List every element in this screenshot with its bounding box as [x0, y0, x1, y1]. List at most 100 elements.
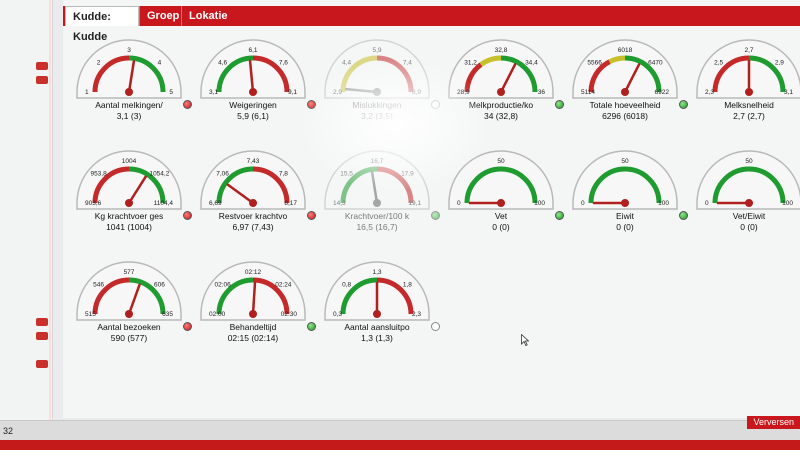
gauge-hub — [373, 199, 381, 207]
gauge-card[interactable]: 0 50 100 Vet/Eiwit 0 (0) — [695, 141, 800, 239]
gauge-tick-label: 100 — [658, 200, 669, 207]
status-dot-icon — [431, 322, 440, 331]
mouse-cursor-icon — [521, 334, 529, 346]
gauge-dial: 14,3 15,5 16,7 17,9 19,1 — [324, 150, 430, 210]
left-marker[interactable] — [36, 76, 48, 84]
gauge-tick-label: 6018 — [618, 47, 633, 54]
gauge-tick-label: 50 — [621, 158, 629, 165]
gauge-label: Weigeringen — [229, 100, 277, 110]
gauge-value: 2,7 (2,7) — [733, 111, 765, 121]
gauge-card[interactable]: 0,3 0,8 1,3 1,8 2,3 Aantal aansluitpo 1,3 (1,3… — [323, 252, 441, 350]
gauge-tick-label: 0,8 — [342, 282, 351, 289]
gauge-card[interactable]: 5114 5566 6018 6470 6922 Totale hoeveelheid 62… — [571, 30, 689, 128]
gauge-label: Aantal aansluitpo — [344, 322, 410, 332]
gauge-tick-label: 6922 — [655, 89, 670, 96]
gauge-tick-label: 6470 — [648, 60, 663, 67]
gauge-tick-label: 02:12 — [245, 269, 262, 276]
gauge-card[interactable]: 0 50 100 Vet 0 (0) — [447, 141, 565, 239]
gauge-label: Behandeltijd — [229, 322, 277, 332]
left-panel — [0, 0, 53, 425]
gauge-value: 1041 (1004) — [106, 222, 152, 232]
gauge-tick-label: 5114 — [581, 89, 595, 96]
status-dot-icon — [431, 100, 440, 109]
gauge-card[interactable]: 28,9 31,2 32,8 34,4 36 Melkproductie/ko 34 (32… — [447, 30, 565, 128]
gauge-label: Aantal bezoeken — [97, 322, 161, 332]
gauge-value: 0 (0) — [616, 222, 634, 232]
gauge-tick-label: 3 — [127, 47, 131, 54]
refresh-button[interactable]: Verversen — [747, 416, 800, 429]
gauge-dial: 1 2 3 4 5 — [76, 39, 182, 99]
gauge-tick-label: 8,17 — [284, 200, 297, 207]
gauge-card[interactable]: 2,3 2,5 2,7 2,9 3,1 Melksnelheid 2,7 (2,7) — [695, 30, 800, 128]
gauge-label: Mislukkingen — [352, 100, 402, 110]
gauge-value: 1,3 (1,3) — [361, 333, 393, 343]
gauge-tick-label: 1104,4 — [154, 200, 174, 207]
gauge-label: Vet/Eiwit — [732, 211, 766, 221]
gauge-card[interactable]: 903,6 953,8 1004 1054,2 1104,4 Kg krachtvoer … — [75, 141, 193, 239]
gauge-tick-label: 0 — [457, 200, 461, 207]
gauge-card[interactable]: 3,1 4,6 6,1 7,6 9,1 Weigeringen 5,9 (6,1) — [199, 30, 317, 128]
gauge-tick-label: 3,1 — [784, 89, 793, 96]
gauge-hub — [745, 88, 753, 96]
gauge-tick-label: 1,8 — [403, 282, 412, 289]
gauge-card[interactable]: 515 546 577 606 635 Aantal bezoeken 590 (577) — [75, 252, 193, 350]
gauge-tick-label: 100 — [782, 200, 793, 207]
gauge-value: 0 (0) — [492, 222, 510, 232]
gauge-card[interactable]: 6,69 7,06 7,43 7,8 8,17 Restvoer krachtvo 6,97… — [199, 141, 317, 239]
gauge-tick-label: 1054,2 — [149, 171, 169, 178]
gauge-tick-label: 2,5 — [714, 60, 723, 67]
gauge-card[interactable]: 0 50 100 Eiwit 0 (0) — [571, 141, 689, 239]
gauge-tick-label: 50 — [745, 158, 753, 165]
gauge-tick-label: 7,8 — [279, 171, 288, 178]
gauge-tick-label: 6,69 — [209, 200, 222, 207]
gauge-dial: 903,6 953,8 1004 1054,2 1104,4 — [76, 150, 182, 210]
gauge-tick-label: 4,4 — [342, 60, 351, 67]
gauge-label: Restvoer krachtvo — [218, 211, 288, 221]
gauge-tick-label: 34,4 — [525, 60, 538, 67]
gauge-hub — [125, 88, 133, 96]
gauge-label: Melksnelheid — [724, 100, 774, 110]
gauge-card[interactable]: 02:00 02:06 02:12 02:24 02:30 Behandeltijd 02:… — [199, 252, 317, 350]
tab-kudde[interactable]: Kudde: Kudde — [65, 6, 139, 43]
gauge-tick-label: 546 — [93, 282, 104, 289]
gauge-tick-label: 15,5 — [340, 171, 353, 178]
gauge-dial: 6,69 7,06 7,43 7,8 8,17 — [200, 150, 306, 210]
status-dot-icon — [307, 100, 316, 109]
gauge-tick-label: 32,8 — [495, 47, 508, 54]
gauge-tick-label: 31,2 — [464, 60, 477, 67]
gauge-tick-label: 1004 — [122, 158, 137, 165]
gauge-card[interactable]: 14,3 15,5 16,7 17,9 19,1 Krachtvoer/100 k 16,5… — [323, 141, 441, 239]
left-marker[interactable] — [36, 360, 48, 368]
gauge-hub — [125, 199, 133, 207]
gauge-label: Vet — [494, 211, 508, 221]
gauge-hub — [497, 199, 505, 207]
gauge-tick-label: 953,8 — [90, 171, 107, 178]
gauge-hub — [373, 88, 381, 96]
gauge-value: 6,97 (7,43) — [232, 222, 274, 232]
gauge-hub — [373, 310, 381, 318]
taskbar-strip — [0, 440, 800, 450]
left-marker[interactable] — [36, 332, 48, 340]
status-dot-icon — [307, 322, 316, 331]
gauge-tick-label: 16,7 — [371, 158, 384, 165]
gauge-card[interactable]: 1 2 3 4 5 Aantal melkingen/3,1 (3) — [75, 30, 193, 128]
gauge-tick-label: 635 — [162, 311, 173, 318]
gauge-tick-label: 3,1 — [209, 89, 218, 96]
tab-lokatie[interactable]: Lokatie — [181, 6, 229, 26]
gauge-dial: 0 50 100 — [448, 150, 554, 210]
left-marker[interactable] — [36, 318, 48, 326]
left-divider — [49, 0, 51, 425]
gauge-tick-label: 5 — [169, 89, 173, 96]
left-marker[interactable] — [36, 62, 48, 70]
gauge-tick-label: 9,1 — [288, 89, 297, 96]
gauge-tick-label: 28,9 — [457, 89, 470, 96]
gauge-card[interactable]: 2,9 4,4 5,9 7,4 8,9 Mislukkingen 3,2 (3,5) — [323, 30, 441, 128]
gauge-tick-label: 100 — [534, 200, 545, 207]
status-dot-icon — [555, 211, 564, 220]
gauge-tick-label: 5566 — [587, 60, 602, 67]
gauge-hub — [125, 310, 133, 318]
gauge-value: 16,5 (16,7) — [356, 222, 398, 232]
status-dot-icon — [183, 100, 192, 109]
gauge-hub — [621, 199, 629, 207]
tab-groep[interactable]: Groep — [139, 6, 181, 26]
